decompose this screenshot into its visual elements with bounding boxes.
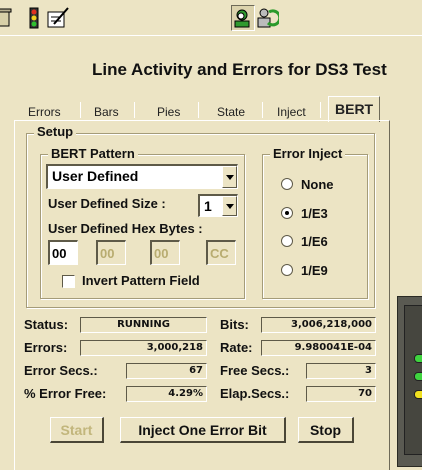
errors-value: 3,000,218	[80, 340, 207, 356]
edit-notes-icon[interactable]	[46, 5, 70, 31]
bert-pattern-select[interactable]: User Defined	[46, 164, 238, 189]
tab-separator	[262, 102, 263, 118]
bert-pattern-group-label: BERT Pattern	[48, 146, 138, 161]
rate-label: Rate:	[220, 340, 253, 355]
rate-value: 9.980041E-04	[261, 340, 376, 356]
trash-icon[interactable]	[0, 5, 16, 31]
error-inject-group-label: Error Inject	[270, 146, 346, 161]
error-inject-option-label: None	[301, 177, 334, 192]
tab-bert[interactable]: BERT	[328, 96, 381, 122]
error-secs-label: Error Secs.:	[24, 363, 98, 378]
tab-separator	[80, 102, 81, 118]
tab-separator	[320, 102, 321, 118]
page-title: Line Activity and Errors for DS3 Test	[92, 60, 387, 79]
chevron-down-icon[interactable]	[222, 196, 237, 216]
tab-errors[interactable]: Errors	[28, 100, 61, 122]
hex-bytes-label: User Defined Hex Bytes :	[48, 221, 203, 236]
tab-separator	[198, 102, 199, 118]
device-inner-panel	[404, 305, 422, 455]
tab-state[interactable]: State	[217, 100, 245, 122]
setup-group-label: Setup	[34, 124, 77, 139]
errors-label: Errors:	[24, 340, 68, 355]
toolbar	[0, 0, 422, 36]
traffic-light-icon[interactable]	[22, 5, 46, 31]
search-user-icon[interactable]	[231, 5, 255, 31]
status-value: RUNNING	[80, 317, 207, 333]
device-panel-graphic	[397, 296, 422, 467]
user-defined-size-value: 1	[204, 198, 212, 214]
bert-pattern-selected: User Defined	[52, 168, 139, 184]
stop-button[interactable]: Stop	[298, 417, 354, 443]
status-label: Status:	[24, 317, 69, 332]
elap-secs-label: Elap.Secs.:	[220, 386, 290, 401]
invert-pattern-label: Invert Pattern Field	[82, 273, 200, 288]
refresh-person-icon[interactable]	[255, 5, 279, 31]
error-inject-radio-1e9[interactable]	[281, 264, 293, 276]
free-secs-value: 3	[306, 363, 376, 379]
error-inject-radio-none[interactable]	[281, 178, 293, 190]
elap-secs-value: 70	[306, 386, 376, 402]
start-button[interactable]: Start	[50, 417, 104, 443]
tab-bars[interactable]: Bars	[94, 100, 119, 122]
invert-pattern-checkbox[interactable]	[62, 275, 75, 288]
hex-byte-field-2[interactable]: 00	[96, 240, 126, 265]
error-inject-radio-1e6[interactable]	[281, 235, 293, 247]
tab-inject[interactable]: Inject	[277, 100, 306, 122]
pct-error-free-value: 4.29%	[126, 386, 207, 402]
free-secs-label: Free Secs.:	[220, 363, 290, 378]
tab-pies[interactable]: Pies	[157, 100, 180, 122]
green-led-indicator	[414, 354, 422, 363]
yellow-led-indicator	[414, 390, 422, 399]
tab-separator	[134, 102, 135, 118]
hex-byte-field-3[interactable]: 00	[150, 240, 180, 265]
bits-label: Bits:	[220, 317, 249, 332]
bits-value: 3,006,218,000	[261, 317, 376, 333]
chevron-down-icon[interactable]	[222, 166, 237, 188]
green-led-indicator	[414, 372, 422, 381]
error-inject-option-label: 1/E3	[301, 206, 328, 221]
error-secs-value: 67	[126, 363, 207, 379]
error-inject-option-label: 1/E6	[301, 234, 328, 249]
error-inject-option-label: 1/E9	[301, 263, 328, 278]
hex-byte-field-1[interactable]: 00	[48, 240, 78, 265]
error-inject-radio-1e3[interactable]	[281, 207, 293, 219]
user-defined-size-label: User Defined Size :	[48, 196, 166, 211]
hex-byte-field-4[interactable]: CC	[206, 240, 236, 265]
pct-error-free-label: % Error Free:	[24, 386, 107, 401]
inject-one-error-bit-button[interactable]: Inject One Error Bit	[120, 417, 286, 443]
radio-selected-dot	[285, 211, 289, 215]
user-defined-size-select[interactable]: 1	[198, 194, 238, 217]
